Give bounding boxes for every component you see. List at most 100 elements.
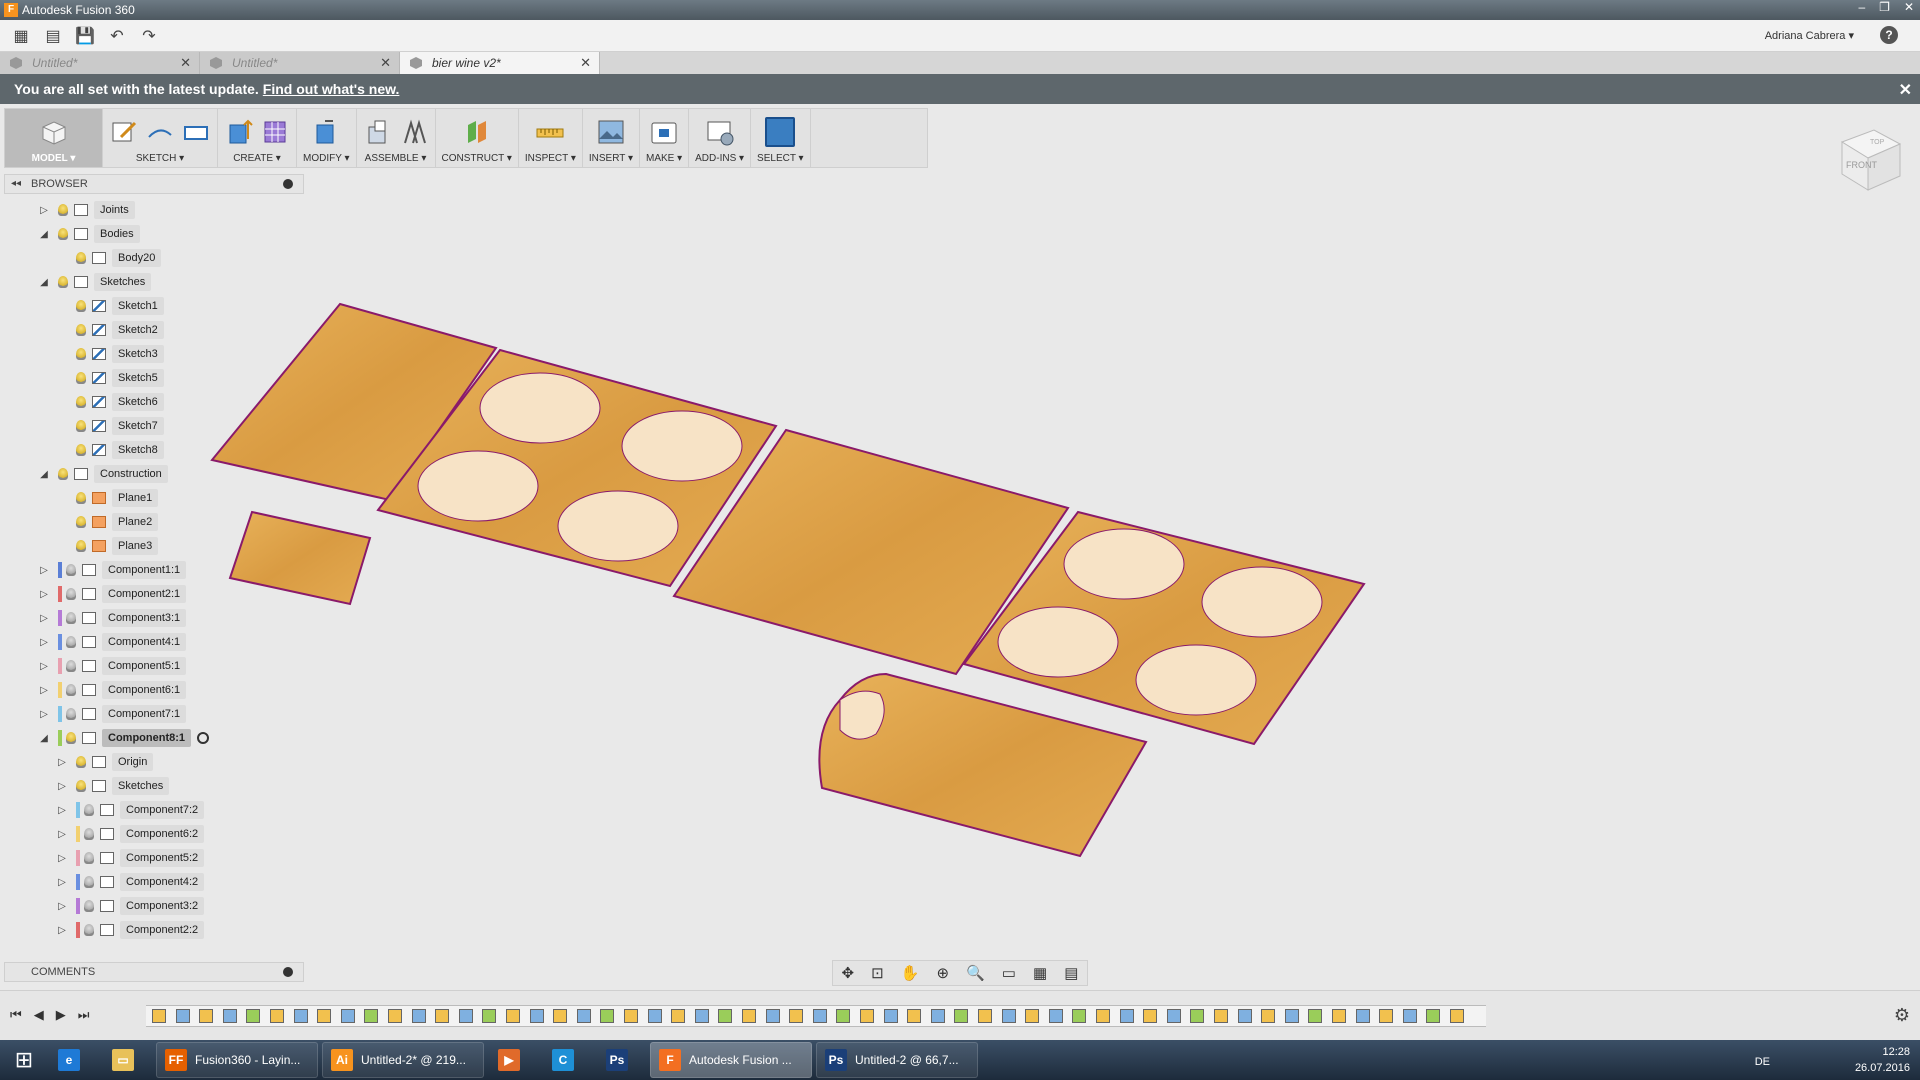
browser-node[interactable]: ◢ Construction xyxy=(38,464,168,484)
visibility-lightbulb-icon[interactable] xyxy=(76,756,86,768)
timeline-feature-icon[interactable] xyxy=(317,1009,332,1023)
timeline-feature-icon[interactable] xyxy=(765,1009,780,1023)
visibility-lightbulb-icon[interactable] xyxy=(76,372,86,384)
media-pinned-icon[interactable]: ▶ xyxy=(488,1042,538,1078)
visibility-lightbulb-icon[interactable] xyxy=(66,636,76,648)
timeline-feature-icon[interactable] xyxy=(694,1009,709,1023)
timeline-feature-icon[interactable] xyxy=(624,1009,638,1023)
look-at-icon[interactable]: ⊡ xyxy=(871,964,884,982)
browser-minimize-icon[interactable] xyxy=(283,179,293,189)
browser-node[interactable]: ▷ Component6:1 xyxy=(38,680,187,700)
whats-new-link[interactable]: Find out what's new. xyxy=(263,81,400,97)
visibility-lightbulb-icon[interactable] xyxy=(76,348,86,360)
clock-date[interactable]: 26.07.2016 xyxy=(1855,1060,1910,1076)
visibility-lightbulb-icon[interactable] xyxy=(84,852,94,864)
visibility-lightbulb-icon[interactable] xyxy=(76,396,86,408)
timeline-feature-icon[interactable] xyxy=(1190,1009,1205,1023)
browser-node[interactable]: ▷ Component2:2 xyxy=(56,920,205,940)
browser-node[interactable]: ▷ Component6:2 xyxy=(56,824,205,844)
orbit-icon[interactable]: ✥ xyxy=(842,964,855,982)
timeline-feature-icon[interactable] xyxy=(435,1009,450,1023)
visibility-lightbulb-icon[interactable] xyxy=(76,300,86,312)
extrude-icon[interactable] xyxy=(224,117,254,147)
pan-icon[interactable]: ✋ xyxy=(901,964,920,982)
timeline-feature-icon[interactable] xyxy=(1379,1009,1394,1023)
timeline-feature-icon[interactable] xyxy=(1308,1009,1323,1023)
file-menu-icon[interactable]: ▤ xyxy=(42,25,64,47)
browser-node[interactable]: Plane2 xyxy=(56,512,159,532)
timeline-feature-icon[interactable] xyxy=(411,1009,426,1023)
visibility-lightbulb-icon[interactable] xyxy=(66,564,76,576)
visibility-lightbulb-icon[interactable] xyxy=(66,708,76,720)
taskbar-firefox[interactable]: FF Fusion360 - Layin... xyxy=(156,1042,318,1078)
browser-node[interactable]: ▷ Component5:2 xyxy=(56,848,205,868)
expand-toggle-icon[interactable]: ▷ xyxy=(56,877,68,888)
play-icon[interactable]: ▶ xyxy=(56,1007,66,1023)
sketch-group[interactable]: SKETCH ▾ xyxy=(103,109,218,167)
expand-toggle-icon[interactable]: ▷ xyxy=(38,205,50,216)
3d-print-icon[interactable] xyxy=(649,117,679,147)
timeline-feature-icon[interactable] xyxy=(1025,1009,1040,1023)
timeline-feature-icon[interactable] xyxy=(270,1009,284,1023)
visibility-lightbulb-icon[interactable] xyxy=(58,276,68,288)
timeline-feature-strip[interactable] xyxy=(146,1005,1486,1027)
joint-icon[interactable] xyxy=(399,117,429,147)
timeline-feature-icon[interactable] xyxy=(506,1009,520,1023)
timeline-feature-icon[interactable] xyxy=(199,1009,214,1023)
timeline-feature-icon[interactable] xyxy=(1355,1009,1370,1023)
restore-icon[interactable]: ❐ xyxy=(1879,0,1890,14)
timeline-settings-gear-icon[interactable]: ⚙ xyxy=(1894,1005,1910,1026)
expand-toggle-icon[interactable]: ▷ xyxy=(38,613,50,624)
browser-node[interactable]: Sketch2 xyxy=(56,320,164,340)
timeline-feature-icon[interactable] xyxy=(1332,1009,1346,1023)
close-icon[interactable]: ✕ xyxy=(1904,0,1914,14)
expand-toggle-icon[interactable]: ▷ xyxy=(56,925,68,936)
close-tab-icon[interactable]: ✕ xyxy=(580,55,591,71)
select-group[interactable]: SELECT ▾ xyxy=(751,109,811,167)
browser-node[interactable]: ▷ Component1:1 xyxy=(38,560,187,580)
timeline-feature-icon[interactable] xyxy=(1166,1009,1181,1023)
visibility-lightbulb-icon[interactable] xyxy=(76,780,86,792)
timeline-feature-icon[interactable] xyxy=(293,1009,308,1023)
workspace-switcher[interactable]: MODEL ▾ xyxy=(5,109,103,167)
line-tool-icon[interactable] xyxy=(145,117,175,147)
expand-toggle-icon[interactable]: ▷ xyxy=(38,685,50,696)
insert-group[interactable]: INSERT ▾ xyxy=(583,109,640,167)
taskbar-photoshop[interactable]: Ps Untitled-2 @ 66,7... xyxy=(816,1042,978,1078)
go-to-end-icon[interactable]: ⏭ xyxy=(78,1007,90,1023)
timeline-feature-icon[interactable] xyxy=(1096,1009,1110,1023)
make-group[interactable]: MAKE ▾ xyxy=(640,109,690,167)
browser-node[interactable]: Sketch6 xyxy=(56,392,164,412)
browser-node[interactable]: ▷ Component4:2 xyxy=(56,872,205,892)
browser-node[interactable]: Sketch1 xyxy=(56,296,164,316)
ccleaner-pinned-icon[interactable]: C xyxy=(542,1042,592,1078)
browser-node[interactable]: Sketch8 xyxy=(56,440,164,460)
browser-node[interactable]: Plane3 xyxy=(56,536,159,556)
data-panel-grid-icon[interactable]: ▦ xyxy=(10,25,32,47)
browser-node[interactable]: ◢ Component8:1 xyxy=(38,728,209,748)
timeline-feature-icon[interactable] xyxy=(364,1009,379,1023)
undo-icon[interactable]: ↶ xyxy=(106,25,128,47)
dismiss-notice-icon[interactable]: ✕ xyxy=(1899,80,1912,100)
addins-group[interactable]: ADD-INS ▾ xyxy=(689,109,752,167)
timeline-feature-icon[interactable] xyxy=(1048,1009,1063,1023)
taskbar-illustrator[interactable]: Ai Untitled-2* @ 219... xyxy=(322,1042,484,1078)
photoshop-pinned-icon[interactable]: Ps xyxy=(596,1042,646,1078)
expand-toggle-icon[interactable]: ▷ xyxy=(56,781,68,792)
new-component-icon[interactable] xyxy=(363,117,393,147)
tspline-box-icon[interactable] xyxy=(260,117,290,147)
tab-untitled-2[interactable]: Untitled* ✕ xyxy=(200,52,400,74)
offset-plane-icon[interactable] xyxy=(462,117,492,147)
create-group[interactable]: CREATE ▾ xyxy=(218,109,297,167)
visibility-lightbulb-icon[interactable] xyxy=(76,420,86,432)
timeline-feature-icon[interactable] xyxy=(647,1009,662,1023)
visibility-lightbulb-icon[interactable] xyxy=(66,612,76,624)
rectangle-tool-icon[interactable] xyxy=(181,117,211,147)
browser-node[interactable]: ▷ Component7:2 xyxy=(56,800,205,820)
timeline-feature-icon[interactable] xyxy=(789,1009,804,1023)
browser-node[interactable]: ▷ Sketches xyxy=(56,776,170,796)
timeline-feature-icon[interactable] xyxy=(1402,1009,1417,1023)
save-icon[interactable]: 💾 xyxy=(74,25,96,47)
ie-pinned-icon[interactable]: e xyxy=(48,1042,98,1078)
construct-group[interactable]: CONSTRUCT ▾ xyxy=(436,109,519,167)
